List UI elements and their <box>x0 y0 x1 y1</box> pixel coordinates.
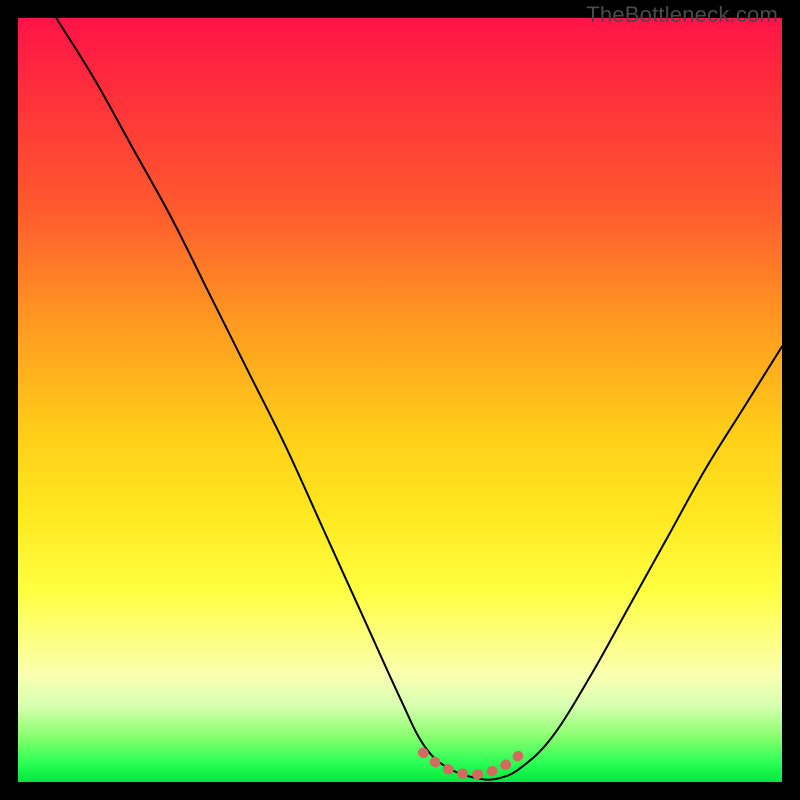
plot-area <box>18 18 782 782</box>
valley-marker <box>423 753 522 775</box>
curve-svg <box>18 18 782 782</box>
chart-frame: TheBottleneck.com <box>0 0 800 800</box>
bottleneck-curve <box>56 18 782 780</box>
watermark-label: TheBottleneck.com <box>586 2 778 28</box>
